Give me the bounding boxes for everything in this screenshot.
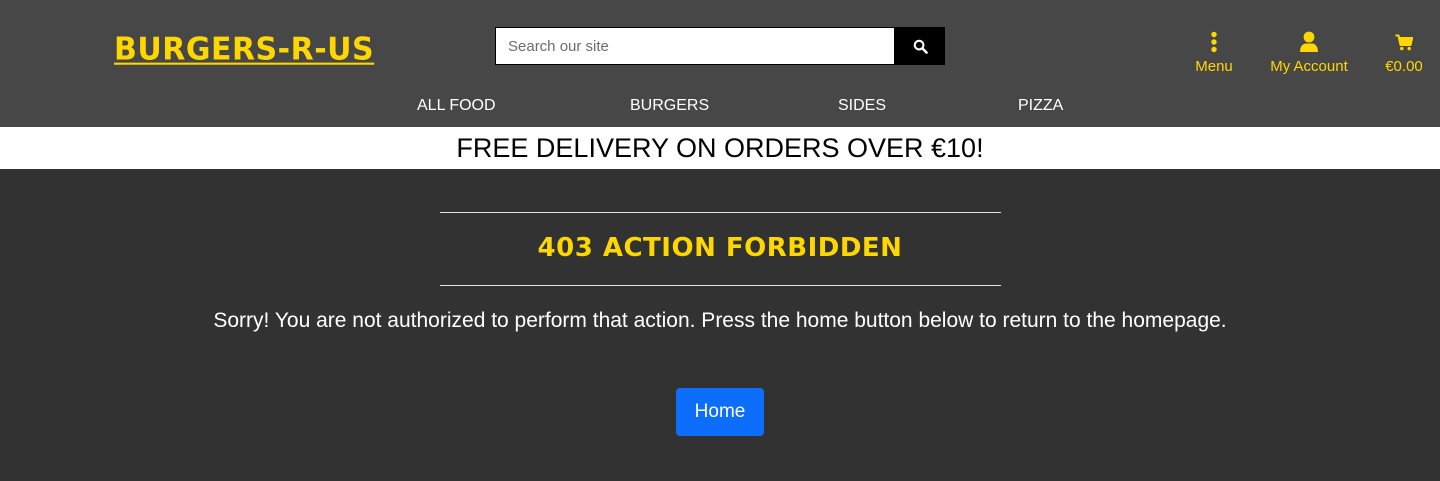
delivery-banner: FREE DELIVERY ON ORDERS OVER €10! — [0, 127, 1440, 169]
error-message: Sorry! You are not authorized to perform… — [213, 309, 1227, 332]
nav-item-burgers[interactable]: BURGERS — [630, 97, 709, 115]
menu-label: Menu — [1195, 58, 1233, 75]
divider-top — [440, 212, 1001, 213]
nav-item-pizza[interactable]: PIZZA — [1018, 97, 1063, 115]
site-header: BURGERS-R-US Menu My Account — [0, 0, 1440, 127]
search-icon — [913, 39, 928, 54]
search-form — [495, 27, 945, 65]
nav-item-all-food[interactable]: ALL FOOD — [417, 97, 496, 115]
home-button[interactable]: Home — [676, 388, 764, 436]
user-icon — [1299, 30, 1319, 54]
cart-total: €0.00 — [1385, 58, 1423, 75]
my-account-link[interactable]: My Account — [1265, 30, 1353, 76]
page-title: 403 ACTION FORBIDDEN — [537, 233, 903, 263]
cart-link[interactable]: €0.00 — [1381, 30, 1427, 76]
search-button[interactable] — [895, 27, 945, 65]
vertical-dots-icon — [1210, 30, 1218, 54]
cart-icon — [1395, 30, 1413, 54]
search-input[interactable] — [495, 27, 895, 65]
category-nav: ALL FOOD BURGERS SIDES PIZZA — [0, 97, 1440, 119]
my-account-label: My Account — [1270, 58, 1348, 75]
nav-item-sides[interactable]: SIDES — [838, 97, 886, 115]
menu-toggle[interactable]: Menu — [1192, 30, 1236, 76]
divider-bottom — [440, 285, 1001, 286]
site-logo[interactable]: BURGERS-R-US — [114, 31, 374, 68]
